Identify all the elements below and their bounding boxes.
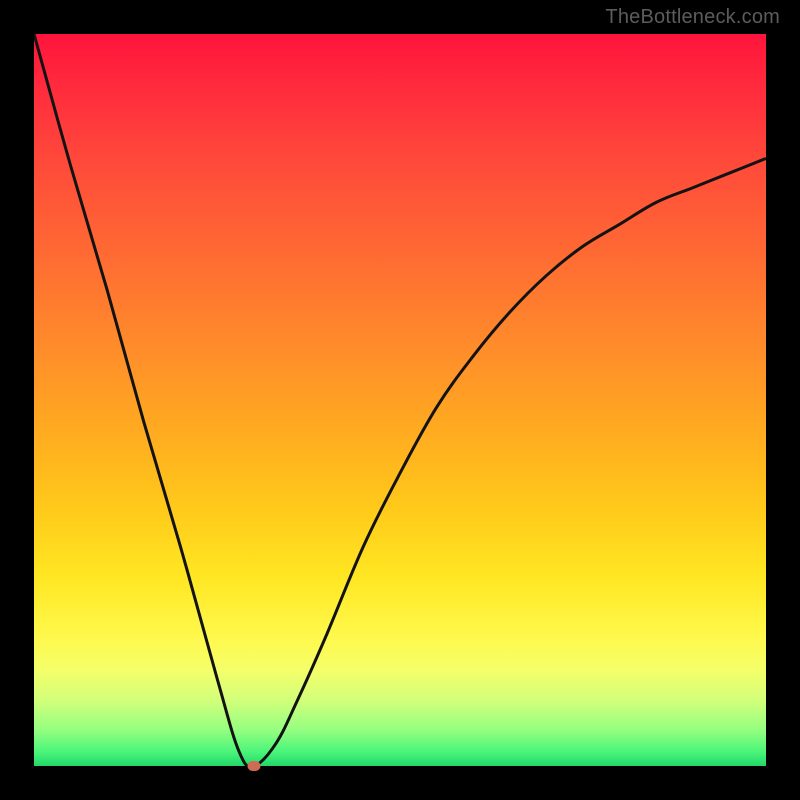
watermark-text: TheBottleneck.com bbox=[605, 6, 780, 29]
chart-frame: TheBottleneck.com bbox=[0, 0, 800, 800]
curve-svg bbox=[34, 34, 766, 766]
minimum-marker bbox=[247, 761, 260, 771]
bottleneck-curve bbox=[34, 34, 766, 766]
plot-area bbox=[34, 34, 766, 766]
